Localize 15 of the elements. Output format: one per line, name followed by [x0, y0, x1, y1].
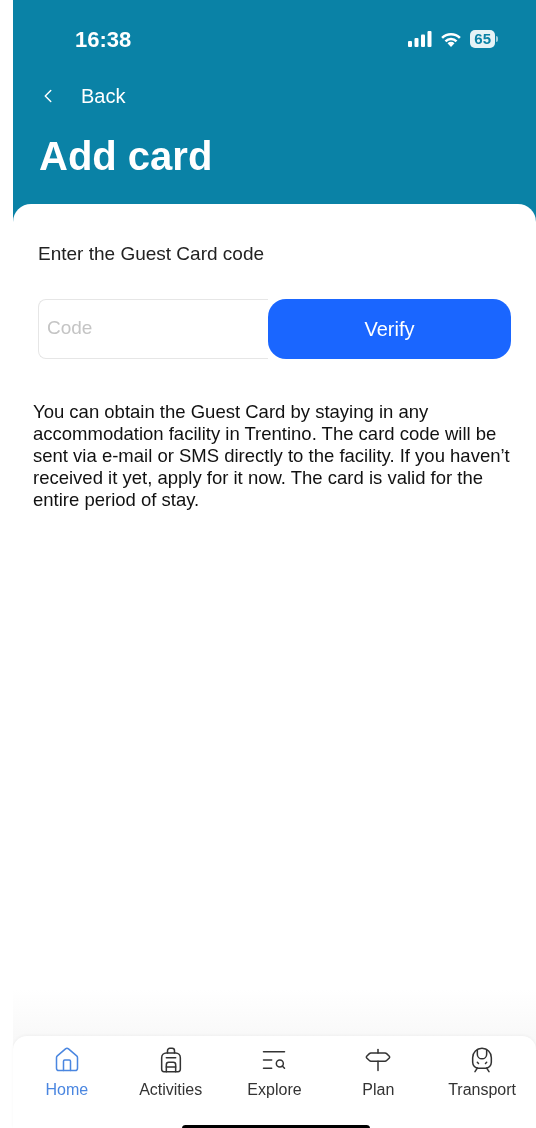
- page-title: Add card: [39, 133, 213, 180]
- info-text: You can obtain the Guest Card by staying in any accommodation facility in Trentino. The card code will be sent via e-mail or SMS directly to the facility. If you haven’t received it yet, apply for it now. The card is valid for the entire period of stay.: [32, 400, 511, 511]
- nav-tab[interactable]: Plan: [326, 1046, 431, 1102]
- signal-icon: [408, 31, 433, 47]
- nav-tab[interactable]: Explore: [222, 1046, 327, 1102]
- nav-tab[interactable]: Activities: [118, 1046, 223, 1102]
- battery-indicator: 65: [470, 30, 495, 48]
- signpost-icon: [364, 1046, 393, 1074]
- back-button[interactable]: Back: [37, 76, 126, 116]
- status-time: 16:38: [75, 25, 132, 54]
- nav-tab[interactable]: Home: [15, 1046, 119, 1102]
- verify-button[interactable]: Verify: [268, 298, 511, 359]
- nav-tab[interactable]: Transport: [430, 1046, 534, 1102]
- code-field[interactable]: Code: [38, 298, 268, 359]
- field-label: Enter the Guest Card code: [38, 242, 265, 266]
